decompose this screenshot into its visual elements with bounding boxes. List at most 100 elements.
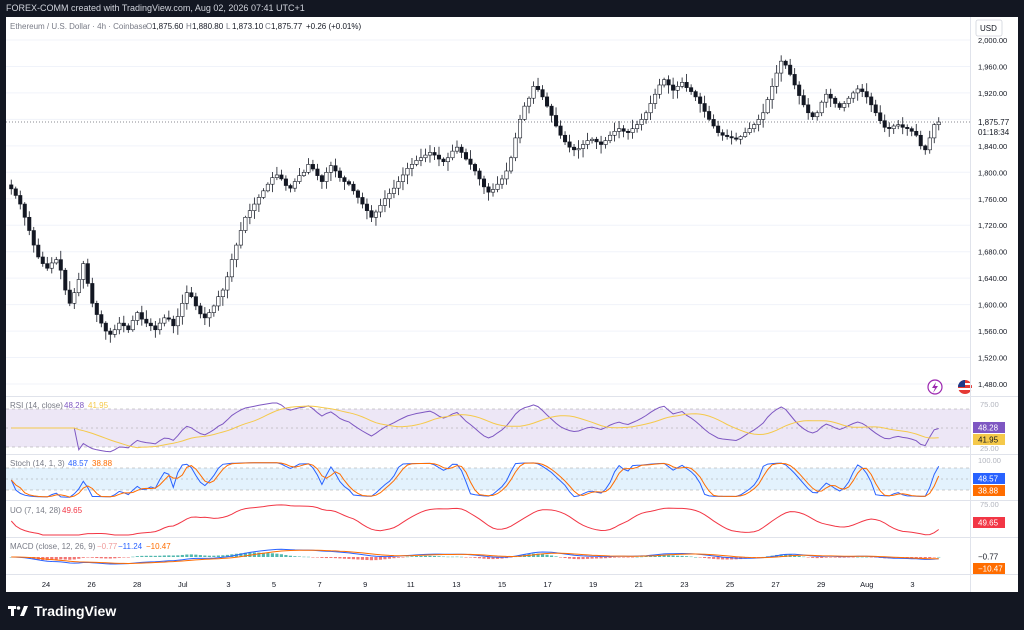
macd-hist-bar [585,557,590,559]
macd-hist-bar [378,557,383,560]
macd-hist-bar [63,557,67,560]
candle [139,305,144,326]
candle [716,120,721,137]
candle [243,215,248,234]
candle [531,81,536,104]
candle [387,188,392,208]
macd-hist-bar [212,555,216,557]
lightning-icon[interactable] [927,379,943,395]
candle [756,114,761,132]
candle [626,128,631,140]
candle [788,58,793,77]
ohlc-values: O 1,875.60 H 1,880.80 L 1,873.10 C 1,875… [146,22,361,31]
macd-hist-bar [581,557,585,560]
candle [698,92,703,113]
macd-hist-bar [594,557,599,559]
candle [369,205,374,222]
candle [27,211,32,236]
chart-area[interactable]: Ethereum / U.S. Dollar · 4h · Coinbase O… [6,17,1018,592]
price-pane[interactable]: Ethereum / U.S. Dollar · 4h · Coinbase O… [6,19,1012,395]
candle [94,300,99,322]
stoch-pane[interactable]: Stoch (14, 1, 3) 48.57 38.88 100.00 48.5… [6,456,1005,498]
macd-hist-bar [284,554,288,557]
macd-hist-bar [185,554,189,557]
footer-brand: TradingView [8,600,116,622]
uo-pane[interactable]: UO (7, 14, 28) 49.65 75.00 49.65 [10,500,1005,536]
price-axis-label: 2,000.00 [978,36,1007,45]
candle [801,89,806,108]
candle [135,310,140,326]
candle [270,172,275,193]
macd-hist-bar [455,556,459,558]
candle [585,132,590,150]
candle [612,122,617,142]
macd-hist-bar [851,557,855,558]
candle [148,318,153,332]
candle [765,96,770,115]
uo-badge-text: 49.65 [978,519,999,528]
macd-hist-bar [275,553,279,557]
candle [333,158,338,178]
candle [288,183,293,193]
macd-hist-bar [685,556,689,557]
us-flag-icon[interactable] [958,380,972,394]
candle [261,188,266,200]
time-axis-label: 3 [910,580,914,589]
macd-hist-bar [689,556,693,558]
candle [72,288,77,309]
candle [680,77,685,89]
candle [729,130,734,145]
macd-hist-bar [383,557,387,560]
candle [144,310,149,328]
macd-hist-bar [176,555,180,557]
candle [405,162,410,185]
macd-hist-bar [545,554,549,557]
candle [576,140,581,159]
macd-hist-bar [149,555,153,557]
macd-hist-bar [86,557,90,558]
time-axis-label: 25 [726,580,734,589]
macd-hist-bar [549,555,554,557]
macd-hist-bar [189,554,193,557]
candle [445,152,450,171]
candle [247,203,252,225]
candle [882,114,887,133]
candle [211,304,216,317]
candle [198,302,203,319]
macd-hist-bar [365,557,369,561]
candle [9,179,14,195]
candle [306,158,311,175]
macd-pane[interactable]: MACD (close, 12, 26, 9) −0.77 −11.24 −10… [9,542,1005,574]
candle [166,310,171,322]
macd-hist-bar [374,557,378,561]
macd-hist-bar [419,555,423,557]
macd-hist-bar [54,557,58,560]
time-axis[interactable]: 24 26 28 Jul 3 5 7 9 11 13 15 17 19 21 23 25 27 29 Aug 3 [42,580,915,589]
rsi-legend-ma: 41.95 [88,401,109,410]
candle [527,96,532,114]
candle [373,209,378,226]
candle [819,100,824,117]
candle [743,127,748,138]
macd-hist-bar [311,557,315,558]
candle [725,129,730,140]
time-axis-label: 15 [498,580,506,589]
candle [896,120,901,130]
candle [360,192,365,209]
candle [45,256,50,271]
macd-hist-bar [446,556,450,558]
candle [337,167,342,182]
candle [617,121,622,139]
macd-hist-bar [324,557,328,559]
rsi-axis-75: 75.00 [980,400,999,409]
macd-hist-bar [622,557,626,558]
macd-legend-macd: −11.24 [118,542,143,551]
stoch-axis-100: 100.00 [978,456,1001,465]
rsi-pane[interactable]: RSI (14, close) 48.28 41.95 75.00 25.00 … [6,400,1005,453]
candle [594,136,599,149]
price-axis[interactable]: 2,000.001,960.001,920.001,880.001,840.00… [978,36,1007,389]
candle [536,77,541,92]
macd-hist-bar [90,557,94,558]
candle [792,68,797,90]
macd-hist-bar [279,554,283,557]
